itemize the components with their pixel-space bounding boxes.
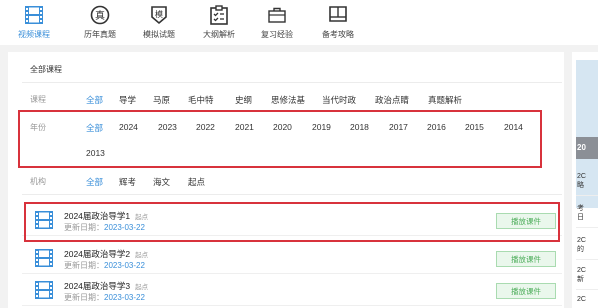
- course-option[interactable]: 真题解析: [428, 94, 462, 106]
- course-title-text: 2024届政治导学3: [64, 281, 131, 291]
- course-date: 更新日期：2023-03-22: [64, 260, 145, 271]
- side-news-text[interactable]: 日: [577, 213, 584, 222]
- divider: [22, 194, 562, 195]
- filter-label-org: 机构: [30, 177, 46, 186]
- org-option[interactable]: 起点: [188, 176, 205, 188]
- course-item[interactable]: 2024届政治导学3 起点 更新日期：2023-03-22 播放课件: [22, 274, 562, 306]
- year-option[interactable]: 2022: [196, 122, 215, 132]
- course-tag: 起点: [135, 284, 149, 291]
- course-title[interactable]: 2024届政治导学2 起点: [64, 248, 148, 260]
- side-news-text[interactable]: 2C: [577, 266, 586, 275]
- nav-label: 模拟试题: [143, 30, 175, 39]
- course-tag: 起点: [135, 252, 149, 259]
- side-news-text[interactable]: 2C: [577, 172, 586, 181]
- year-option[interactable]: 2019: [312, 122, 331, 132]
- nav-item-prep-guide[interactable]: 备考攻略: [308, 4, 368, 40]
- side-news-text[interactable]: 新: [577, 275, 584, 284]
- nav-label: 历年真题: [84, 30, 116, 39]
- side-news-text[interactable]: 2C: [577, 295, 586, 304]
- nav-item-review-experience[interactable]: 复习经验: [247, 4, 307, 40]
- date-value: 2023-03-22: [104, 293, 145, 302]
- course-option[interactable]: 导学: [119, 94, 136, 106]
- course-option[interactable]: 毛中特: [188, 94, 214, 106]
- course-option[interactable]: 全部: [86, 94, 103, 106]
- course-panel: 全部课程 课程 全部 导学 马原 毛中特 史纲 思修法基 当代时政 政治点睛 真…: [8, 52, 564, 308]
- course-option[interactable]: 当代时政: [322, 94, 356, 106]
- year-option[interactable]: 全部: [86, 122, 103, 134]
- year-filter-highlight: [18, 110, 542, 168]
- nav-item-video-courses[interactable]: 视频课程: [4, 4, 64, 40]
- filter-label-year: 年份: [30, 123, 46, 132]
- year-option[interactable]: 2024: [119, 122, 138, 132]
- mo-shield-icon: 模: [148, 4, 170, 26]
- year-option[interactable]: 2023: [158, 122, 177, 132]
- year-option[interactable]: 2014: [504, 122, 523, 132]
- svg-text:真: 真: [95, 9, 105, 22]
- divider: [576, 259, 598, 260]
- book-icon: [327, 4, 349, 26]
- divider: [576, 289, 598, 290]
- nav-label: 备考攻略: [322, 30, 354, 39]
- year-option[interactable]: 2017: [389, 122, 408, 132]
- side-news-text[interactable]: 2C: [577, 236, 586, 245]
- side-banner-caption: 20: [576, 137, 598, 159]
- year-option[interactable]: 2021: [235, 122, 254, 132]
- year-option[interactable]: 2015: [465, 122, 484, 132]
- org-option[interactable]: 全部: [86, 176, 103, 188]
- year-option[interactable]: 2013: [86, 148, 105, 158]
- film-icon: [34, 280, 54, 300]
- course-title[interactable]: 2024届政治导学3 起点: [64, 280, 148, 292]
- course-option[interactable]: 政治点睛: [375, 94, 409, 106]
- course-item[interactable]: 2024届政治导学2 起点 更新日期：2023-03-22 播放课件: [22, 242, 562, 274]
- course-title-text: 2024届政治导学2: [64, 249, 131, 259]
- svg-text:模: 模: [155, 9, 163, 19]
- divider: [22, 82, 562, 83]
- play-courseware-button[interactable]: 播放课件: [496, 251, 556, 267]
- org-option[interactable]: 辉考: [119, 176, 136, 188]
- play-courseware-button[interactable]: 播放课件: [496, 283, 556, 299]
- film-icon: [34, 248, 54, 268]
- zhen-badge-icon: 真: [89, 4, 111, 26]
- side-news-text[interactable]: 的: [577, 245, 584, 254]
- side-news-text[interactable]: 考: [577, 204, 584, 213]
- divider: [576, 195, 598, 196]
- year-option[interactable]: 2016: [427, 122, 446, 132]
- nav-item-syllabus[interactable]: 大纲解析: [189, 4, 249, 40]
- org-option[interactable]: 海文: [153, 176, 170, 188]
- course-option[interactable]: 思修法基: [271, 94, 305, 106]
- course-option[interactable]: 马原: [153, 94, 170, 106]
- date-label: 更新日期：: [64, 293, 104, 302]
- filter-label-course: 课程: [30, 95, 46, 104]
- date-value: 2023-03-22: [104, 261, 145, 270]
- course-date: 更新日期：2023-03-22: [64, 292, 145, 303]
- briefcase-icon: [266, 4, 288, 26]
- course-highlight: [24, 202, 560, 242]
- nav-item-mock-tests[interactable]: 模 模拟试题: [129, 4, 189, 40]
- nav-label: 大纲解析: [203, 30, 235, 39]
- nav-label: 视频课程: [18, 30, 50, 39]
- top-nav: 视频课程 真 历年真题 模 模拟试题 大纲解析 复习经验 备考攻略: [0, 0, 598, 45]
- nav-item-past-exams[interactable]: 真 历年真题: [70, 4, 130, 40]
- side-news-text[interactable]: 略: [577, 181, 584, 190]
- film-icon: [23, 4, 45, 26]
- nav-label: 复习经验: [261, 30, 293, 39]
- date-label: 更新日期：: [64, 261, 104, 270]
- checklist-icon: [208, 4, 230, 26]
- section-title: 全部课程: [30, 65, 62, 74]
- divider: [576, 227, 598, 228]
- year-option[interactable]: 2018: [350, 122, 369, 132]
- year-option[interactable]: 2020: [273, 122, 292, 132]
- side-panel: 20 2C 略 考 日 2C 的 2C 新 2C: [572, 52, 598, 308]
- course-option[interactable]: 史纲: [235, 94, 252, 106]
